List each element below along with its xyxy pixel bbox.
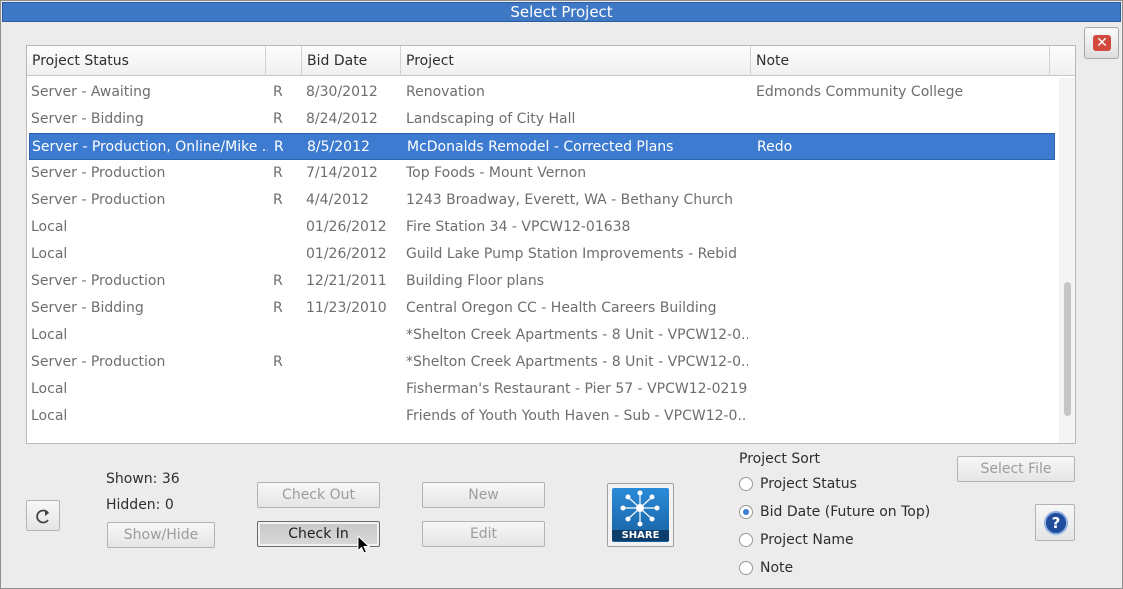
cell-project-status: Local [31, 246, 68, 262]
check-out-button[interactable]: Check Out [257, 482, 380, 508]
help-icon: ? [1044, 511, 1068, 535]
share-button[interactable]: SHARE [607, 483, 674, 547]
sort-option-label: Note [760, 560, 794, 576]
project-sort-title: Project Sort [739, 451, 821, 467]
cell-project-status: Server - Production [31, 165, 166, 181]
cell-project: *Shelton Creek Apartments - 8 Unit - VPC… [406, 327, 748, 343]
table-row[interactable]: Server - Production R *Shelton Creek Apart… [29, 349, 1055, 376]
table-row[interactable]: Server - Production R 4/4/2012 1243 Broadwa… [29, 187, 1055, 214]
cell-project: Fisherman's Restaurant - Pier 57 - VPCW1… [406, 381, 748, 397]
close-button[interactable]: ✕ [1084, 27, 1119, 59]
cell-r: R [273, 300, 283, 316]
cell-bid-date: 01/26/2012 [306, 219, 387, 235]
cell-r: R [273, 192, 283, 208]
cell-project-status: Server - Production, Online/Mike ... [32, 139, 268, 155]
cell-bid-date: 8/24/2012 [306, 111, 378, 127]
cell-project-status: Server - Production [31, 192, 166, 208]
shown-count: Shown: 36 [106, 471, 180, 487]
column-header-project-status[interactable]: Project Status [27, 46, 266, 76]
cell-r: R [274, 139, 284, 155]
share-label: SHARE [612, 530, 669, 541]
radio-button[interactable] [739, 561, 753, 575]
table-row[interactable]: Server - Awaiting R 8/30/2012 Renovation Edm… [29, 79, 1055, 106]
cell-project: *Shelton Creek Apartments - 8 Unit - VPC… [406, 354, 748, 370]
cell-r: R [273, 84, 283, 100]
table-row[interactable]: Local Friends of Youth Youth Haven - Sub … [29, 403, 1055, 430]
cell-project-status: Local [31, 219, 68, 235]
table-row[interactable]: Server - Production, Online/Mike ... R 8/5… [29, 133, 1055, 160]
cell-project-status: Server - Awaiting [31, 84, 151, 100]
radio-button[interactable] [739, 533, 753, 547]
cell-project-status: Local [31, 327, 68, 343]
title-bar: Select Project [2, 2, 1121, 22]
close-icon: ✕ [1093, 35, 1111, 51]
new-button[interactable]: New [422, 482, 545, 508]
cell-note: Redo [757, 139, 793, 155]
sort-option-label: Project Status [760, 476, 857, 492]
cell-r: R [273, 273, 283, 289]
table-row[interactable]: Server - Production R 12/21/2011 Building F… [29, 268, 1055, 295]
table-row[interactable]: Server - Bidding R 8/24/2012 Landscaping of… [29, 106, 1055, 133]
sort-option-label: Project Name [760, 532, 854, 548]
table-header: Project Status Bid Date Project Note [27, 46, 1075, 76]
cell-project-status: Server - Production [31, 354, 166, 370]
cell-bid-date: 12/21/2011 [306, 273, 387, 289]
vertical-scrollbar[interactable] [1059, 78, 1075, 443]
cell-project: Renovation [406, 84, 485, 100]
mouse-pointer-icon [357, 535, 371, 554]
radio-button[interactable] [739, 477, 753, 491]
cell-project: Landscaping of City Hall [406, 111, 576, 127]
cell-r: R [273, 165, 283, 181]
radio-button[interactable] [739, 505, 753, 519]
help-button[interactable]: ? [1035, 504, 1075, 541]
cell-bid-date: 7/14/2012 [306, 165, 378, 181]
cell-project: Top Foods - Mount Vernon [406, 165, 587, 181]
cell-project: Central Oregon CC - Health Careers Build… [406, 300, 717, 316]
select-project-dialog: Select Project ✕ Project Status Bid Date… [0, 0, 1123, 589]
cell-r: R [273, 111, 283, 127]
cell-bid-date: 8/5/2012 [307, 139, 370, 155]
share-icon: SHARE [612, 488, 669, 542]
cell-bid-date: 01/26/2012 [306, 246, 387, 262]
edit-button[interactable]: Edit [422, 521, 545, 547]
column-header-bid-date[interactable]: Bid Date [302, 46, 401, 76]
column-header-note[interactable]: Note [751, 46, 1050, 76]
sort-option-label: Bid Date (Future on Top) [760, 504, 931, 520]
cell-project-status: Server - Production [31, 273, 166, 289]
hidden-count: Hidden: 0 [106, 497, 174, 513]
cell-project-status: Server - Bidding [31, 111, 144, 127]
cell-project: Friends of Youth Youth Haven - Sub - VPC… [406, 408, 748, 424]
cell-project: Building Floor plans [406, 273, 545, 289]
table-row[interactable]: Local Fisherman's Restaurant - Pier 57 - … [29, 376, 1055, 403]
table-row[interactable]: Server - Bidding R 11/23/2010 Central Orego… [29, 295, 1055, 322]
table-row[interactable]: Local *Shelton Creek Apartments - 8 Unit … [29, 322, 1055, 349]
cell-project-status: Local [31, 408, 68, 424]
window-title: Select Project [510, 3, 613, 21]
cell-project-status: Server - Bidding [31, 300, 144, 316]
column-header-r[interactable] [266, 46, 302, 76]
table-row[interactable]: Server - Production R 7/14/2012 Top Foods -… [29, 160, 1055, 187]
cell-project: Guild Lake Pump Station Improvements - R… [406, 246, 737, 262]
cell-bid-date: 11/23/2010 [306, 300, 387, 316]
show-hide-button[interactable]: Show/Hide [107, 522, 215, 548]
cell-project-status: Local [31, 381, 68, 397]
project-table: Project Status Bid Date Project Note Ser… [26, 45, 1076, 444]
cell-note: Edmonds Community College [756, 84, 964, 100]
cell-bid-date: 4/4/2012 [306, 192, 369, 208]
column-header-project[interactable]: Project [401, 46, 751, 76]
cell-project: 1243 Broadway, Everett, WA - Bethany Chu… [406, 192, 733, 208]
cell-project: Fire Station 34 - VPCW12-01638 [406, 219, 631, 235]
select-file-button[interactable]: Select File [957, 456, 1075, 482]
cell-bid-date: 8/30/2012 [306, 84, 378, 100]
table-row[interactable]: Local 01/26/2012 Fire Station 34 - VPCW12-… [29, 214, 1055, 241]
table-row[interactable]: Local 01/26/2012 Guild Lake Pump Station I… [29, 241, 1055, 268]
refresh-icon [36, 509, 49, 524]
cell-r: R [273, 354, 283, 370]
cell-project: McDonalds Remodel - Corrected Plans [407, 139, 674, 155]
scrollbar-thumb[interactable] [1064, 282, 1071, 416]
refresh-button[interactable] [26, 500, 60, 531]
